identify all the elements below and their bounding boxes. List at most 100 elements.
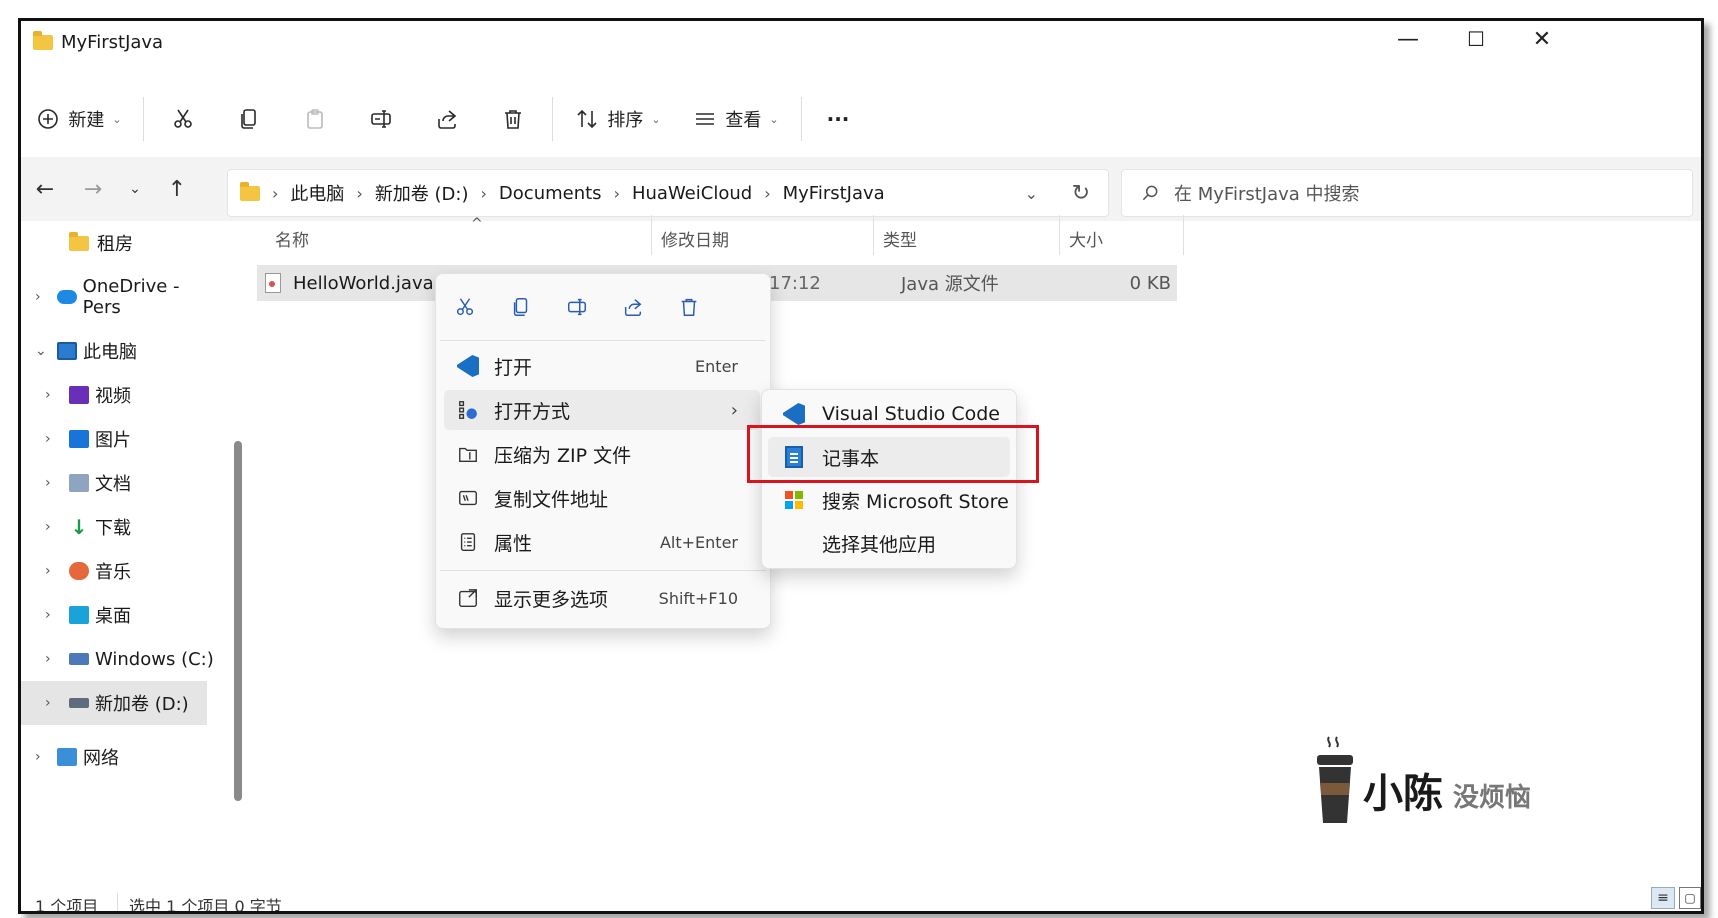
sidebar-item-label: OneDrive - Pers bbox=[82, 276, 180, 318]
sidebar-item-pictures[interactable]: › 图片 bbox=[21, 417, 221, 461]
view-list-icon bbox=[696, 113, 715, 125]
context-rename-button[interactable] bbox=[550, 287, 604, 327]
search-input[interactable]: 在 MyFirstJava 中搜索 bbox=[1174, 180, 1360, 206]
sidebar-scrollbar[interactable] bbox=[231, 231, 245, 811]
share-button[interactable] bbox=[414, 97, 480, 141]
status-item-count: 1 个项目 bbox=[35, 897, 99, 914]
cloud-icon bbox=[57, 290, 77, 304]
refresh-icon[interactable]: ↻ bbox=[1072, 181, 1090, 206]
sidebar-item-drive-d[interactable]: › 新加卷 (D:) bbox=[21, 681, 207, 725]
open-with-icon bbox=[456, 398, 480, 422]
menu-item-label: 打开 bbox=[494, 356, 533, 379]
network-icon bbox=[57, 748, 77, 766]
breadcrumb-label: MyFirstJava bbox=[782, 182, 885, 204]
submenu-item-label: 选择其他应用 bbox=[822, 533, 937, 556]
sidebar-item-desktop[interactable]: › 桌面 bbox=[21, 593, 221, 637]
close-button[interactable]: ✕ bbox=[1507, 21, 1577, 57]
submenu-item-label: 搜索 Microsoft Store bbox=[822, 490, 1009, 513]
breadcrumb-root[interactable]: › bbox=[260, 184, 290, 203]
download-icon: ↓ bbox=[70, 515, 88, 539]
sidebar-item-network[interactable]: › 网络 bbox=[21, 735, 221, 779]
menu-item-compress-zip[interactable]: 压缩为 ZIP 文件 bbox=[444, 434, 760, 474]
breadcrumb[interactable]: 此电脑 › bbox=[290, 180, 374, 206]
view-label: 查看 bbox=[725, 110, 762, 131]
column-header-size[interactable]: 大小 bbox=[1069, 223, 1103, 253]
more-options-icon bbox=[456, 586, 480, 610]
expand-chevron-icon[interactable]: › bbox=[45, 431, 51, 447]
status-selection: 选中 1 个项目 0 字节 bbox=[129, 897, 282, 914]
expand-chevron-icon[interactable]: › bbox=[45, 695, 51, 711]
paste-icon bbox=[307, 109, 323, 129]
menu-item-show-more-options[interactable]: 显示更多选项 Shift+F10 bbox=[444, 578, 760, 618]
folder-icon bbox=[240, 181, 260, 201]
status-bar: 1 个项目 选中 1 个项目 0 字节 ≡ ▢ bbox=[21, 887, 1701, 914]
collapse-chevron-icon[interactable]: ⌄ bbox=[35, 343, 47, 359]
sort-button[interactable]: 排序 ⌄ bbox=[559, 97, 677, 141]
large-icons-view-icon[interactable]: ▢ bbox=[1679, 887, 1701, 909]
minimize-button[interactable]: — bbox=[1373, 21, 1443, 57]
sidebar-item-label: 网络 bbox=[83, 748, 119, 769]
forward-arrow-icon[interactable]: → bbox=[73, 171, 113, 207]
recent-locations-chevron-icon[interactable]: ⌄ bbox=[115, 171, 155, 207]
sidebar-item-rent[interactable]: 租房 bbox=[21, 221, 221, 265]
copy-button[interactable] bbox=[216, 97, 282, 141]
vscode-icon bbox=[456, 354, 480, 378]
breadcrumb[interactable]: Documents › bbox=[499, 183, 632, 204]
sidebar-item-videos[interactable]: › 视频 bbox=[21, 373, 221, 417]
expand-chevron-icon[interactable]: › bbox=[45, 387, 51, 403]
menu-item-copy-path[interactable]: 复制文件地址 bbox=[444, 478, 760, 518]
context-delete-button[interactable] bbox=[662, 287, 716, 327]
sidebar-item-documents[interactable]: › 文档 bbox=[21, 461, 221, 505]
title-bar: MyFirstJava bbox=[33, 27, 163, 57]
navigation-bar: ← → ⌄ ↑ › 此电脑 › 新加卷 (D:) › Documents › HuaW… bbox=[21, 157, 1701, 221]
trash-icon bbox=[681, 298, 697, 316]
menu-item-properties[interactable]: 属性 Alt+Enter bbox=[444, 522, 760, 562]
address-dropdown-chevron-icon[interactable]: ⌄ bbox=[1025, 184, 1038, 203]
chevron-down-icon: ⌄ bbox=[651, 112, 661, 126]
view-button[interactable]: 查看 ⌄ bbox=[677, 97, 795, 141]
cut-button[interactable] bbox=[150, 97, 216, 141]
column-header-name[interactable]: 名称 bbox=[275, 223, 309, 253]
menu-item-open[interactable]: 打开 Enter bbox=[444, 346, 760, 386]
breadcrumb[interactable]: HuaWeiCloud › bbox=[632, 183, 783, 204]
column-header-row: 名称 ^ 修改日期 类型 大小 bbox=[253, 215, 1203, 255]
expand-chevron-icon[interactable]: › bbox=[45, 607, 51, 623]
submenu-item-microsoft-store[interactable]: 搜索 Microsoft Store bbox=[768, 480, 1010, 520]
sidebar-item-downloads[interactable]: › ↓ 下载 bbox=[21, 505, 221, 549]
sidebar-item-label: Windows (C:) bbox=[95, 648, 214, 670]
file-name: HelloWorld.java bbox=[293, 272, 434, 294]
context-share-button[interactable] bbox=[606, 287, 660, 327]
maximize-button[interactable]: ☐ bbox=[1441, 21, 1511, 57]
sidebar-item-onedrive[interactable]: › OneDrive - Pers bbox=[21, 275, 221, 319]
expand-chevron-icon[interactable]: › bbox=[45, 475, 51, 491]
expand-chevron-icon[interactable]: › bbox=[45, 651, 51, 667]
expand-chevron-icon[interactable]: › bbox=[45, 563, 51, 579]
search-box[interactable]: 在 MyFirstJava 中搜索 bbox=[1121, 169, 1693, 217]
column-header-type[interactable]: 类型 bbox=[883, 223, 917, 253]
context-menu: 打开 Enter 打开方式 › 压缩为 ZIP 文件 复制文件地址 属性 Alt… bbox=[435, 273, 771, 629]
breadcrumb[interactable]: MyFirstJava bbox=[783, 183, 885, 204]
delete-button[interactable] bbox=[480, 97, 546, 141]
address-bar[interactable]: › 此电脑 › 新加卷 (D:) › Documents › HuaWeiCloud ›… bbox=[227, 169, 1109, 217]
expand-chevron-icon[interactable]: › bbox=[45, 519, 51, 535]
sidebar-item-this-pc[interactable]: ⌄ 此电脑 bbox=[21, 329, 221, 373]
context-cut-button[interactable] bbox=[438, 287, 492, 327]
details-view-icon[interactable]: ≡ bbox=[1651, 887, 1675, 909]
up-arrow-icon[interactable]: ↑ bbox=[157, 171, 197, 207]
scrollbar-thumb[interactable] bbox=[234, 441, 242, 801]
plus-circle-icon bbox=[38, 109, 59, 129]
column-header-modified[interactable]: 修改日期 bbox=[661, 223, 729, 253]
paste-button[interactable] bbox=[282, 97, 348, 141]
back-arrow-icon[interactable]: ← bbox=[25, 171, 65, 207]
more-options-button[interactable]: ··· bbox=[808, 97, 868, 141]
expand-chevron-icon[interactable]: › bbox=[35, 289, 41, 305]
sidebar-item-drive-c[interactable]: › Windows (C:) bbox=[21, 637, 221, 681]
breadcrumb[interactable]: 新加卷 (D:) › bbox=[375, 180, 499, 206]
submenu-item-choose-other-app[interactable]: 选择其他应用 bbox=[768, 523, 1010, 563]
context-copy-button[interactable] bbox=[494, 287, 548, 327]
sidebar-item-music[interactable]: › 音乐 bbox=[21, 549, 221, 593]
rename-button[interactable] bbox=[348, 97, 414, 141]
new-button[interactable]: 新建 ⌄ bbox=[21, 97, 137, 141]
menu-item-open-with[interactable]: 打开方式 › bbox=[444, 390, 760, 430]
expand-chevron-icon[interactable]: › bbox=[35, 749, 41, 765]
